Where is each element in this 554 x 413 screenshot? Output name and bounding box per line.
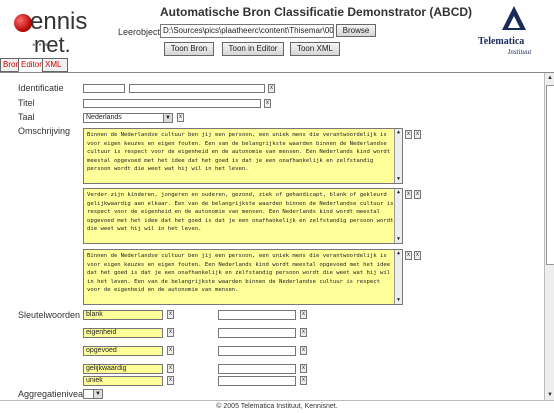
omschrijving-1-remove-button[interactable]: x (405, 130, 412, 139)
omschrijving-2-remove-button[interactable]: x (405, 190, 412, 199)
keyword-input[interactable]: blank (83, 310, 163, 320)
telematica-logo-line2: Instituut (508, 48, 532, 56)
scrollbar-thumb[interactable] (546, 85, 554, 265)
omschrijving-1-add-button[interactable]: x (414, 130, 421, 139)
keyword-alt-input[interactable] (218, 346, 296, 356)
identificatie-entry-input[interactable] (129, 84, 265, 93)
omschrijving-2-add-button[interactable]: x (414, 190, 421, 199)
keyword-input[interactable]: opgevoed (83, 346, 163, 356)
keyword-alt-remove-button[interactable]: x (300, 328, 307, 337)
textarea-scrollbar[interactable]: ▲ ▼ (394, 250, 402, 304)
omschrijving-textarea-3[interactable]: Binnen de Nederlandse cultuur ben jij ee… (83, 249, 403, 305)
learnobject-label: Leerobject (118, 27, 161, 37)
chevron-down-icon[interactable]: ▼ (93, 390, 102, 398)
textarea-scrollbar[interactable]: ▲ ▼ (394, 189, 402, 243)
keyword-alt-input[interactable] (218, 328, 296, 338)
omschrijving-textarea-2[interactable]: Verder zijn kinderen, jongeren en oudere… (83, 188, 403, 244)
omschrijving-textarea-1[interactable]: Binnen de Nederlandse cultuur ben jij ee… (83, 128, 403, 184)
omschrijving-3-add-button[interactable]: x (414, 251, 421, 260)
textarea-scrollbar[interactable]: ▲ ▼ (394, 129, 402, 183)
page-scrollbar[interactable]: ▲ ▼ (544, 73, 554, 400)
kennisnet-logo: ennis • • • net. (8, 6, 88, 62)
titel-remove-button[interactable]: x (264, 99, 271, 108)
taal-select-value: Nederlands (86, 114, 122, 121)
identificatie-label: Identificatie (18, 83, 64, 93)
keyword-remove-button[interactable]: x (167, 346, 174, 355)
header: ennis • • • net. Automatische Bron Class… (0, 0, 554, 64)
keyword-alt-remove-button[interactable]: x (300, 310, 307, 319)
omschrijving-label: Omschrijving (18, 126, 71, 136)
tab-xml[interactable]: XML (42, 58, 68, 72)
keyword-remove-button[interactable]: x (167, 328, 174, 337)
aggregatieniveau-label: Aggregatieniveau (18, 389, 89, 399)
editor-form: Identificatie x Titel x Taal Nederlands … (0, 73, 544, 400)
taal-label: Taal (18, 112, 35, 122)
omschrijving-text-1: Binnen de Nederlandse cultuur ben jij ee… (87, 132, 391, 173)
keyword-input[interactable]: gelijkwaardig (83, 364, 163, 374)
omschrijving-text-3: Binnen de Nederlandse cultuur ben jij ee… (87, 253, 391, 294)
show-xml-button[interactable]: Toon XML (290, 42, 340, 56)
keyword-alt-remove-button[interactable]: x (300, 364, 307, 373)
keyword-alt-remove-button[interactable]: x (300, 346, 307, 355)
telematica-logo-mark-inner (508, 16, 520, 28)
identificatie-remove-button[interactable]: x (268, 84, 275, 93)
kennisnet-logo-line2: net. (34, 32, 71, 57)
scroll-up-icon[interactable]: ▲ (546, 74, 554, 82)
scroll-down-icon[interactable]: ▼ (546, 391, 554, 399)
titel-input[interactable] (83, 99, 261, 108)
browse-button[interactable]: Browse (336, 24, 376, 37)
keyword-alt-input[interactable] (218, 310, 296, 320)
keyword-alt-remove-button[interactable]: x (300, 376, 307, 385)
telematica-logo: Telematica Instituut (478, 6, 550, 62)
telematica-logo-line1: Telematica (478, 36, 525, 47)
show-source-button[interactable]: Toon Bron (164, 42, 214, 56)
sleutelwoorden-label: Sleutelwoorden (18, 310, 81, 320)
learnobject-path-input[interactable]: D:\Sources\pics\plaatheerc\content\Thise… (160, 24, 334, 38)
taal-select[interactable]: Nederlands ▼ (83, 113, 173, 123)
omschrijving-text-2: Verder zijn kinderen, jongeren en oudere… (87, 192, 394, 233)
titel-label: Titel (18, 98, 35, 108)
keyword-remove-button[interactable]: x (167, 376, 174, 385)
omschrijving-3-remove-button[interactable]: x (405, 251, 412, 260)
keyword-alt-input[interactable] (218, 364, 296, 374)
aggregatieniveau-select[interactable]: ▼ (83, 389, 103, 399)
identificatie-catalog-input[interactable] (83, 84, 125, 93)
app-title: Automatische Bron Classificatie Demonstr… (160, 5, 473, 19)
keyword-remove-button[interactable]: x (167, 310, 174, 319)
show-in-editor-button[interactable]: Toon in Editor (222, 42, 284, 56)
keyword-input[interactable]: uniek (83, 376, 163, 386)
footer: © 2005 Telematica Instituut, Kennisnet. (0, 400, 554, 413)
keyword-input[interactable]: eigenheid (83, 328, 163, 338)
chevron-down-icon[interactable]: ▼ (163, 114, 172, 122)
taal-remove-button[interactable]: x (177, 113, 184, 122)
keyword-alt-input[interactable] (218, 376, 296, 386)
keyword-remove-button[interactable]: x (167, 364, 174, 373)
